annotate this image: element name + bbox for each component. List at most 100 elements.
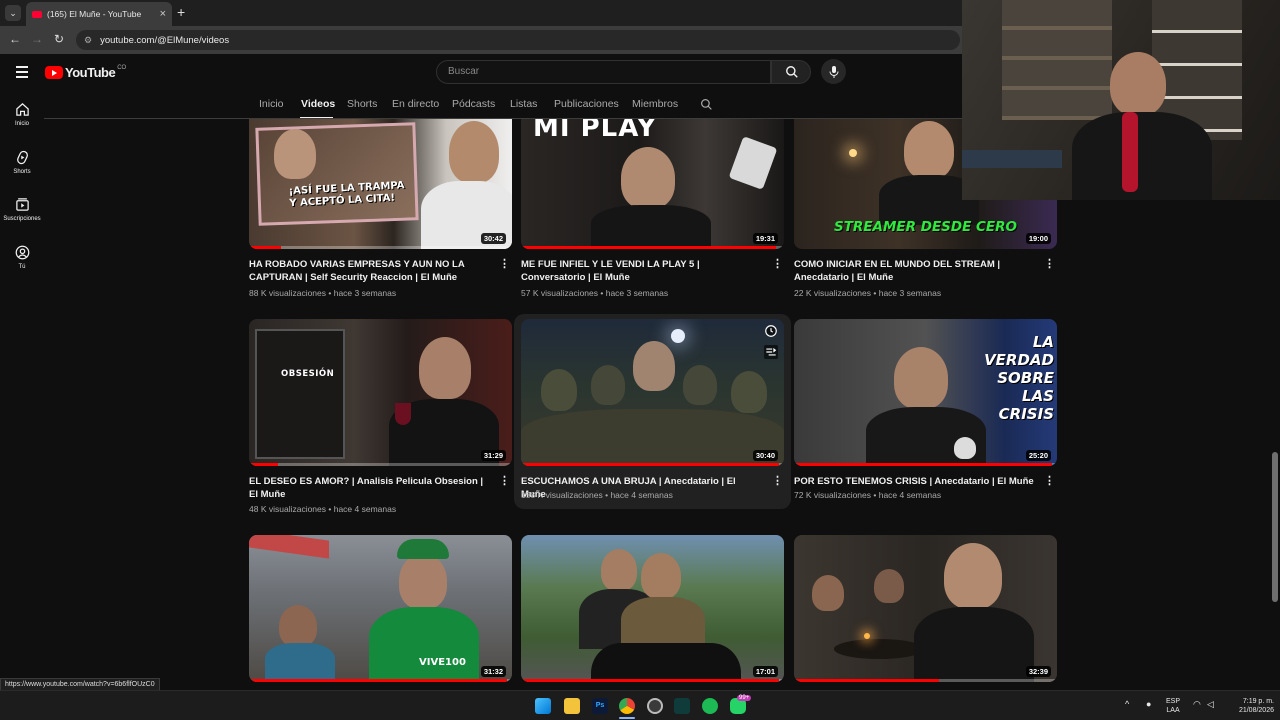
thumbnail-person xyxy=(399,553,447,609)
tab-videos[interactable]: Videos xyxy=(301,98,335,110)
tab-listas[interactable]: Listas xyxy=(510,98,537,110)
chrome-icon[interactable] xyxy=(619,698,635,714)
shorts-icon xyxy=(16,150,28,165)
sidebar-item-home[interactable]: Inicio xyxy=(0,102,44,127)
video-thumbnail[interactable]: 32:39 xyxy=(794,535,1057,682)
new-tab-button[interactable]: + xyxy=(177,4,185,20)
photoshop-icon[interactable]: Ps xyxy=(592,698,608,714)
video-duration: 19:31 xyxy=(752,233,778,244)
more-actions-icon[interactable]: ⋮ xyxy=(1044,476,1055,487)
video-thumbnail[interactable]: 30:40 xyxy=(521,319,784,466)
video-duration: 30:42 xyxy=(480,233,506,244)
microphone-tray-icon[interactable]: ● xyxy=(1146,700,1151,709)
more-actions-icon[interactable]: ⋮ xyxy=(499,476,510,487)
tab-inicio[interactable]: Inicio xyxy=(259,98,284,110)
spotify-icon[interactable] xyxy=(702,698,718,714)
address-bar[interactable]: ⚙ youtube.com/@ElMune/videos xyxy=(76,30,960,50)
file-explorer-icon[interactable] xyxy=(564,698,580,714)
subscriptions-icon xyxy=(15,198,29,211)
thumbnail-overlay-text: VIVE100 xyxy=(419,657,466,668)
start-icon[interactable] xyxy=(535,698,551,714)
watch-progress-bar xyxy=(521,679,779,682)
tab-shorts[interactable]: Shorts xyxy=(347,98,377,110)
voice-search-button[interactable] xyxy=(821,59,846,84)
logo-text: YouTube xyxy=(65,65,116,80)
thumbnail-overlay-text: OBSESIÓN xyxy=(281,369,335,379)
webcam-person-head xyxy=(1110,52,1166,116)
more-actions-icon[interactable]: ⋮ xyxy=(1044,259,1055,270)
page-scrollbar[interactable] xyxy=(1270,200,1280,690)
tab-search-button[interactable]: ⌄ xyxy=(5,5,21,21)
thumbnail-motorcycle xyxy=(591,643,741,682)
video-thumbnail[interactable]: LA VERDAD SOBRE LAS CRISIS 25:20 xyxy=(794,319,1057,466)
youtube-play-icon xyxy=(45,66,63,79)
volume-icon[interactable]: ◁ xyxy=(1207,700,1214,709)
chevron-up-icon[interactable]: ^ xyxy=(1125,700,1129,709)
youtube-header: YouTube CO Buscar xyxy=(0,54,962,90)
more-actions-icon[interactable]: ⋮ xyxy=(772,476,783,487)
reload-icon[interactable]: ↻ xyxy=(54,32,64,46)
channel-search-icon[interactable] xyxy=(700,98,713,111)
search-button[interactable] xyxy=(771,60,811,84)
more-actions-icon[interactable]: ⋮ xyxy=(772,259,783,270)
app-icon[interactable] xyxy=(674,698,690,714)
browser-tab[interactable]: (165) El Muñe - YouTube × xyxy=(26,2,172,26)
webcam-bookshelf xyxy=(1002,0,1112,120)
tab-en-directo[interactable]: En directo xyxy=(392,98,439,110)
add-to-queue-icon[interactable] xyxy=(764,345,778,359)
tab-podcasts[interactable]: Pódcasts xyxy=(452,98,495,110)
sidebar-item-shorts[interactable]: Shorts xyxy=(0,150,44,175)
site-info-icon[interactable]: ⚙ xyxy=(84,35,92,46)
watch-progress-bar xyxy=(794,463,1052,466)
video-title[interactable]: EL DESEO ES AMOR? | Analisis Pelicula Ob… xyxy=(249,475,489,501)
video-title[interactable]: COMO INICIAR EN EL MUNDO DEL STREAM | An… xyxy=(794,258,1034,284)
microphone-icon xyxy=(829,65,838,78)
search-input[interactable]: Buscar xyxy=(436,60,771,84)
keyboard-language[interactable]: ESP LAA xyxy=(1166,697,1180,715)
thumbnail-person xyxy=(279,605,317,647)
scrollbar-thumb[interactable] xyxy=(1272,452,1278,602)
video-title[interactable]: HA ROBADO VARIAS EMPRESAS Y AUN NO LA CA… xyxy=(249,258,489,284)
video-thumbnail[interactable]: 17:01 xyxy=(521,535,784,682)
video-thumbnail[interactable]: VIVE100 31:32 xyxy=(249,535,512,682)
thumbnail-person xyxy=(812,575,844,611)
video-thumbnail[interactable]: OBSESIÓN 31:29 xyxy=(249,319,512,466)
watch-progress-bar xyxy=(249,246,281,249)
video-title[interactable]: POR ESTO TENEMOS CRISIS | Anecdatario | … xyxy=(794,475,1034,488)
forward-arrow-icon[interactable]: → xyxy=(31,32,43,46)
video-meta: 57 K visualizaciones • hace 3 semanas xyxy=(521,288,669,298)
thumbnail-soldier xyxy=(731,371,767,413)
thumbnail-jacket xyxy=(369,607,479,682)
thumbnail-console xyxy=(728,136,778,190)
video-meta: 72 K visualizaciones • hace 4 semanas xyxy=(794,490,942,500)
obs-icon[interactable] xyxy=(647,698,663,714)
watch-progress-bar xyxy=(249,679,507,682)
country-code: CO xyxy=(117,64,127,71)
sidebar-item-subscriptions[interactable]: Suscripciones xyxy=(0,197,44,222)
close-tab-icon[interactable]: × xyxy=(160,8,166,20)
youtube-logo[interactable]: YouTube CO xyxy=(45,65,126,80)
back-arrow-icon[interactable]: ← xyxy=(9,32,21,46)
video-duration: 30:40 xyxy=(752,450,778,461)
wifi-icon[interactable]: ◠ xyxy=(1193,700,1201,709)
video-meta: 88 K visualizaciones • hace 3 semanas xyxy=(249,288,397,298)
menu-icon[interactable] xyxy=(16,66,28,81)
webcam-overlay xyxy=(962,0,1280,200)
tab-publicaciones[interactable]: Publicaciones xyxy=(554,98,619,110)
more-actions-icon[interactable]: ⋮ xyxy=(499,259,510,270)
active-app-indicator xyxy=(619,717,635,719)
watch-progress-track xyxy=(249,246,512,249)
video-thumbnail[interactable]: ¡ASÍ FUE LA TRAMPA Y ACEPTÓ LA CITA! 30:… xyxy=(249,119,512,249)
thumbnail-shirt xyxy=(591,205,711,249)
clock[interactable]: 7:19 p. m. 21/08/2026 xyxy=(1224,697,1274,715)
sidebar-item-label: Tú xyxy=(18,264,26,270)
watch-progress-track xyxy=(249,463,512,466)
sidebar-item-you[interactable]: Tú xyxy=(0,245,44,270)
thumbnail-person xyxy=(641,553,681,599)
tab-miembros[interactable]: Miembros xyxy=(632,98,678,110)
video-title[interactable]: ME FUE INFIEL Y LE VENDI LA PLAY 5 | Con… xyxy=(521,258,761,284)
browser-toolbar: ← → ↻ ⚙ youtube.com/@ElMune/videos xyxy=(0,26,962,54)
video-thumbnail[interactable]: MI PLAY 19:31 xyxy=(521,119,784,249)
watch-later-icon[interactable] xyxy=(764,324,778,338)
thumbnail-person xyxy=(274,129,316,179)
